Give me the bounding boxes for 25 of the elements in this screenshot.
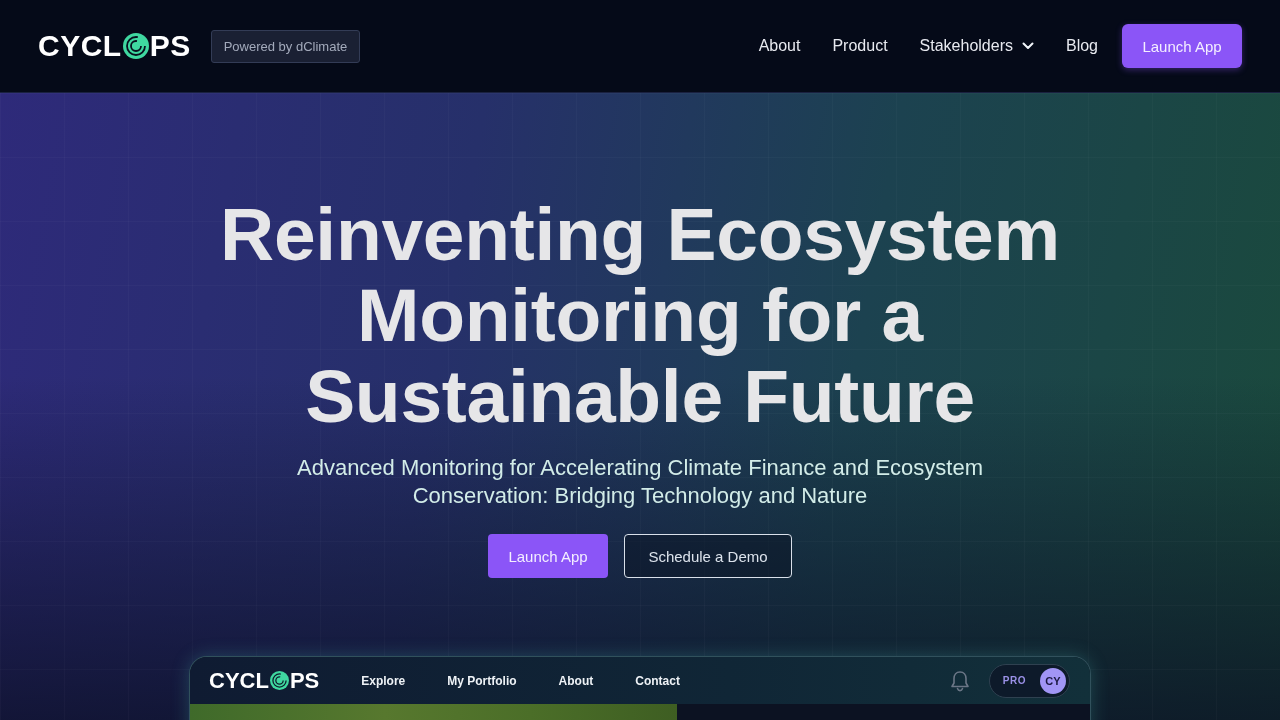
- app-nav-link[interactable]: My Portfolio: [447, 673, 517, 688]
- hero-title: Reinventing Ecosystem Monitoring for a Sustainable Future: [219, 194, 1061, 437]
- notification-bell-icon[interactable]: [949, 669, 970, 692]
- nav-link[interactable]: Blog: [1065, 37, 1098, 55]
- logo-text: CYCL: [209, 669, 269, 692]
- logo-text: CYCL: [38, 31, 122, 61]
- hero-subtitle: Advanced Monitoring for Accelerating Climate Finance and Ecosystem Conservation: Bridging Technology and Nature: [296, 454, 984, 510]
- powered-by-badge: Powered by dClimate: [210, 29, 361, 63]
- nav-link[interactable]: About: [758, 37, 801, 55]
- schedule-demo-button[interactable]: Schedule a Demo: [624, 534, 792, 578]
- app-nav-link[interactable]: About: [558, 673, 594, 688]
- avatar[interactable]: CY: [1040, 667, 1066, 694]
- logo-text: PS: [289, 669, 320, 692]
- app-nav-link[interactable]: Explore: [361, 673, 406, 688]
- nav-link[interactable]: Product: [832, 37, 888, 55]
- launch-app-button[interactable]: Launch App: [1122, 24, 1242, 68]
- account-pill[interactable]: PRO CY: [988, 663, 1070, 698]
- app-nav-link[interactable]: Contact: [635, 673, 680, 688]
- launch-app-button[interactable]: Launch App: [488, 534, 608, 578]
- chevron-down-icon[interactable]: [1021, 42, 1034, 50]
- logo-ring-icon: [122, 33, 149, 59]
- logo-ring-icon: [269, 671, 289, 690]
- nav-link[interactable]: Stakeholders: [919, 37, 1013, 55]
- logo-text: PS: [149, 31, 191, 61]
- plan-label: PRO: [1002, 675, 1026, 686]
